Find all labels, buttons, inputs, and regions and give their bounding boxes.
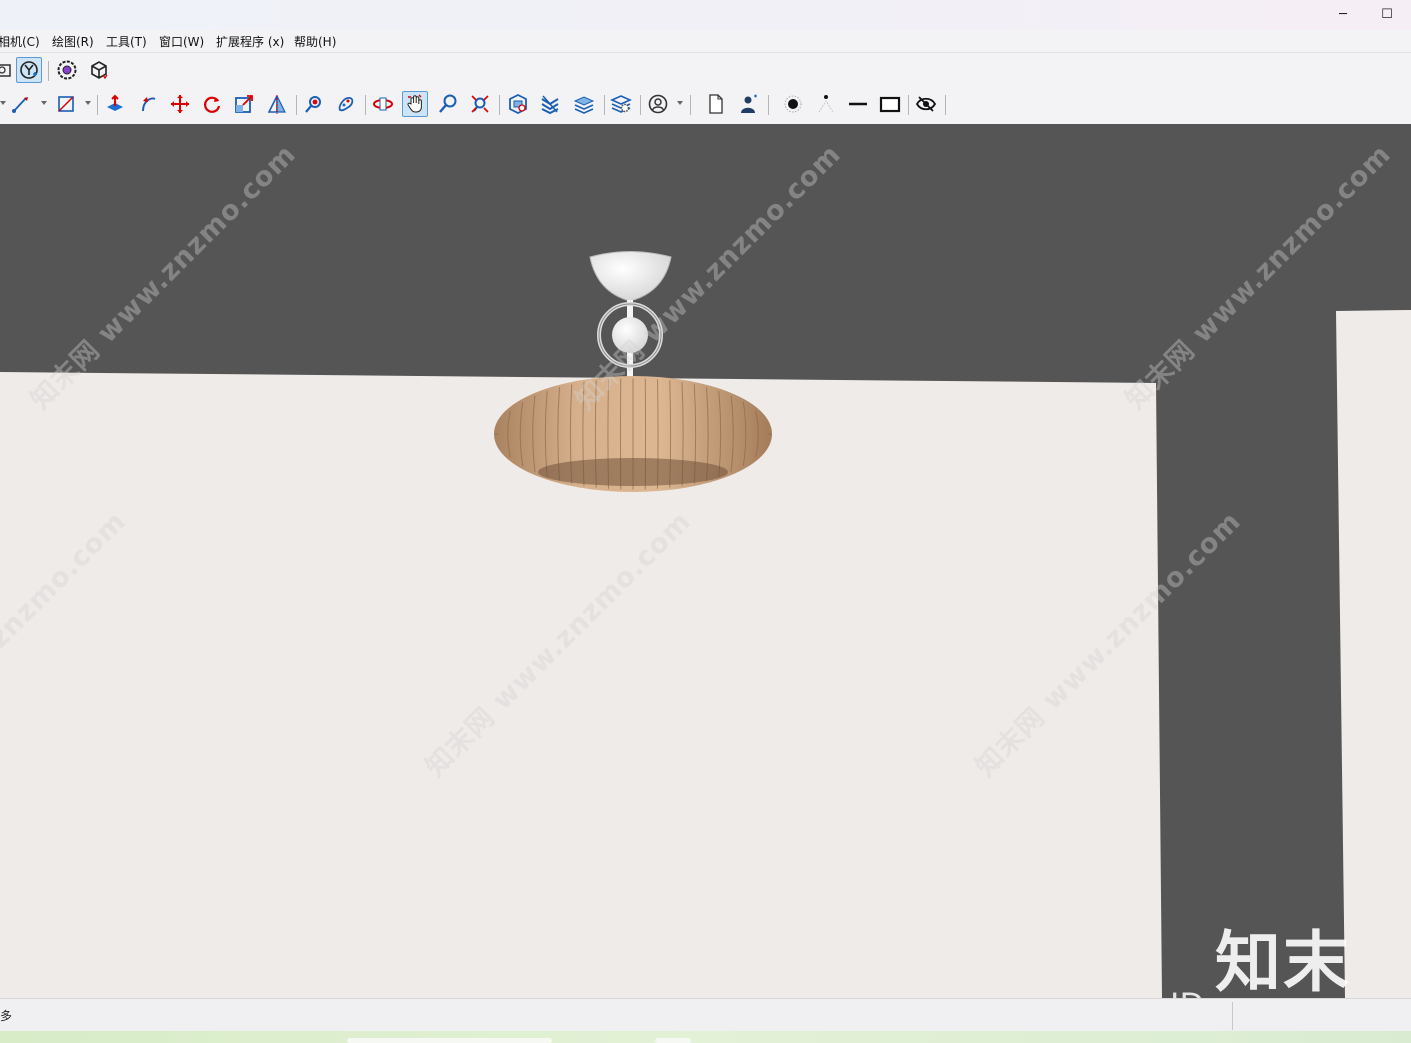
chevron-down-icon[interactable] bbox=[85, 101, 91, 105]
sample-icon[interactable] bbox=[333, 91, 359, 117]
user-circle-icon[interactable] bbox=[645, 91, 671, 117]
status-text: 多 bbox=[0, 1009, 13, 1023]
taskbar-item[interactable] bbox=[655, 1038, 691, 1043]
wall-right bbox=[1336, 310, 1411, 998]
taskbar bbox=[0, 1031, 1411, 1043]
brand-logo: 知末 bbox=[1215, 924, 1351, 998]
separator bbox=[690, 95, 691, 115]
model-viewport[interactable]: 知末网 www.znzmo.com 知末网 www.znzmo.com 知末网 … bbox=[0, 124, 1411, 998]
line-icon[interactable] bbox=[845, 91, 871, 117]
separator bbox=[296, 95, 297, 115]
chevron-down-icon[interactable] bbox=[677, 101, 683, 105]
separator bbox=[97, 95, 98, 115]
follow-me-icon[interactable] bbox=[135, 91, 161, 117]
flip-icon[interactable] bbox=[264, 91, 290, 117]
menu-help[interactable]: 帮助(H) bbox=[294, 33, 336, 50]
menu-draw[interactable]: 绘图(R) bbox=[52, 33, 94, 50]
person-icon[interactable] bbox=[736, 91, 762, 117]
section-plane-icon[interactable] bbox=[505, 91, 531, 117]
component-gear-icon[interactable] bbox=[54, 57, 80, 83]
menu-extensions[interactable]: 扩展程序 (x) bbox=[216, 33, 284, 50]
package-box-icon[interactable] bbox=[86, 57, 112, 83]
rectangle-icon[interactable] bbox=[53, 91, 79, 117]
move-icon[interactable] bbox=[167, 91, 193, 117]
zoom-icon[interactable] bbox=[435, 91, 461, 117]
camera-icon[interactable] bbox=[0, 57, 16, 83]
paint-icon[interactable] bbox=[301, 91, 327, 117]
title-bar: ─ ☐ bbox=[0, 0, 1411, 30]
toolbar-main bbox=[0, 87, 1411, 124]
layers-icon[interactable] bbox=[571, 91, 597, 117]
taskbar-item[interactable] bbox=[347, 1038, 552, 1043]
pan-icon[interactable] bbox=[402, 91, 428, 117]
brand-id: ID: 1180505711 bbox=[1170, 986, 1411, 998]
separator bbox=[945, 95, 946, 115]
rotate-icon[interactable] bbox=[199, 91, 225, 117]
separator bbox=[48, 61, 49, 81]
toolbar-top bbox=[0, 53, 1411, 87]
layer-settings-icon[interactable] bbox=[608, 91, 634, 117]
menu-bar: 相机(C) 绘图(R) 工具(T) 窗口(W) 扩展程序 (x) 帮助(H) bbox=[0, 30, 1411, 53]
new-page-icon[interactable] bbox=[703, 91, 729, 117]
pen-line-icon[interactable] bbox=[8, 91, 34, 117]
push-pull-icon[interactable] bbox=[102, 91, 128, 117]
chevron-down-icon[interactable] bbox=[41, 101, 47, 105]
zoom-extents-icon[interactable] bbox=[467, 91, 493, 117]
menu-tools[interactable]: 工具(T) bbox=[106, 33, 147, 50]
rectangle-outline-icon[interactable] bbox=[877, 91, 903, 117]
scale-icon[interactable] bbox=[231, 91, 257, 117]
point-small-icon[interactable] bbox=[813, 91, 839, 117]
status-bar: 多 bbox=[0, 998, 1411, 1032]
axes-y-icon[interactable] bbox=[16, 57, 42, 83]
menu-window[interactable]: 窗口(W) bbox=[159, 33, 204, 50]
section-cut-icon[interactable] bbox=[537, 91, 563, 117]
menu-camera[interactable]: 相机(C) bbox=[0, 33, 40, 50]
separator bbox=[604, 95, 605, 115]
lamp-shade bbox=[494, 376, 772, 492]
separator bbox=[908, 95, 909, 115]
separator bbox=[499, 95, 500, 115]
point-dot-icon[interactable] bbox=[780, 91, 806, 117]
shade-opening bbox=[538, 458, 728, 486]
maximize-icon[interactable]: ☐ bbox=[1376, 5, 1398, 25]
measurements-box[interactable] bbox=[1232, 1002, 1411, 1030]
minimize-icon[interactable]: ─ bbox=[1332, 5, 1354, 25]
separator bbox=[768, 95, 769, 115]
orbit-icon[interactable] bbox=[370, 91, 396, 117]
separator bbox=[365, 95, 366, 115]
separator bbox=[640, 95, 641, 115]
hide-eye-icon[interactable] bbox=[913, 91, 939, 117]
chevron-down-icon[interactable] bbox=[0, 101, 6, 105]
